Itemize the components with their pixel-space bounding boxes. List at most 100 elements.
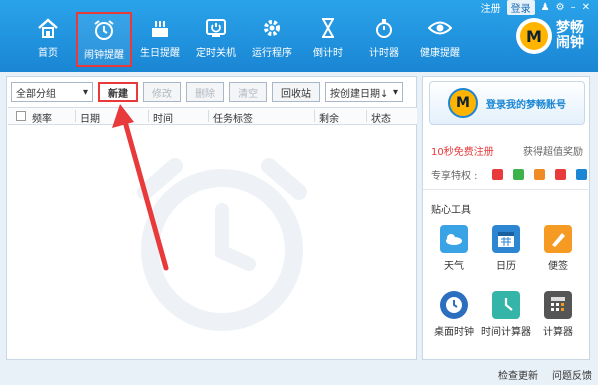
- register-link[interactable]: 注册: [481, 0, 501, 15]
- nav-timer[interactable]: 计时器: [356, 12, 412, 67]
- sort-select[interactable]: 按创建日期↓ ▾: [325, 82, 403, 102]
- column-divider: [75, 110, 76, 122]
- sidebar: M 登录我的梦畅账号 10秒免费注册 获得超值奖励 专享特权 : 贴心工具 天气…: [422, 76, 591, 360]
- alarm-list-panel: 全部分组 ▾ 新建 修改 删除 清空 回收站 按创建日期↓ ▾ 频率 日期 时间…: [6, 76, 417, 360]
- group-select-value: 全部分组: [16, 88, 56, 100]
- gift-icon[interactable]: [491, 169, 503, 180]
- nav-run-program[interactable]: 运行程序: [244, 12, 300, 67]
- sidebar-divider: [423, 189, 591, 190]
- nav-alarm[interactable]: 闹钟提醒: [76, 12, 132, 67]
- tool-note-label: 便签: [548, 261, 568, 272]
- col-date[interactable]: 日期: [80, 110, 100, 125]
- edit-button[interactable]: 修改: [143, 82, 181, 102]
- tools-title: 贴心工具: [431, 205, 471, 216]
- tool-note[interactable]: 便签: [533, 225, 583, 272]
- privilege-label: 专享特权 :: [431, 171, 478, 182]
- app-logo: M 梦畅闹钟: [516, 18, 588, 54]
- title-bar: 注册 登录 ♟ ⚙ – ✕ 首页 闹钟提醒 生日提醒 定时关机 运行程序 倒计时…: [0, 0, 598, 72]
- nav-alarm-label: 闹钟提醒: [84, 50, 124, 61]
- present-icon[interactable]: [554, 169, 566, 180]
- top-links: 注册 登录 ♟ ⚙ – ✕: [481, 0, 590, 15]
- col-status[interactable]: 状态: [371, 110, 391, 125]
- stopwatch-icon: [373, 16, 395, 40]
- calendar-icon: [492, 225, 520, 253]
- tool-time-calc-label: 时间计算器: [481, 327, 531, 338]
- tool-calendar-label: 日历: [496, 261, 516, 272]
- column-divider: [314, 110, 315, 122]
- status-bar: 检查更新 问题反馈: [0, 362, 598, 385]
- nav-health-label: 健康提醒: [420, 48, 460, 59]
- nav-countdown-label: 倒计时: [313, 48, 343, 59]
- nav-home[interactable]: 首页: [20, 12, 76, 67]
- check-update-link[interactable]: 检查更新: [498, 367, 538, 382]
- feedback-link[interactable]: 问题反馈: [552, 367, 592, 382]
- col-remaining[interactable]: 剩余: [319, 110, 339, 125]
- tool-desk-clock[interactable]: 桌面时钟: [429, 291, 479, 338]
- recycle-bin-button[interactable]: 回收站: [272, 82, 320, 102]
- nav-birthday[interactable]: 生日提醒: [132, 12, 188, 67]
- minimize-icon[interactable]: –: [571, 2, 576, 13]
- logo-title: 梦畅闹钟: [556, 20, 584, 51]
- col-frequency[interactable]: 频率: [32, 110, 52, 125]
- hourglass-icon: [319, 16, 337, 40]
- select-all-checkbox[interactable]: [16, 111, 26, 121]
- table-header: 频率 日期 时间 任务标签 剩余 状态: [8, 107, 417, 125]
- calendar-small-icon[interactable]: [533, 169, 545, 180]
- cake-icon: [149, 16, 171, 40]
- chevron-down-icon: ▾: [392, 86, 398, 98]
- tool-desk-clock-label: 桌面时钟: [434, 327, 474, 338]
- tool-calculator[interactable]: 计算器: [533, 291, 583, 338]
- leaf-icon[interactable]: [512, 169, 524, 180]
- tool-weather[interactable]: 天气: [429, 225, 479, 272]
- calculator-icon: [544, 291, 572, 319]
- alarm-clock-icon: [92, 18, 116, 42]
- column-divider: [366, 110, 367, 122]
- watermark-clock-icon: [127, 152, 317, 345]
- nav-run-program-label: 运行程序: [252, 48, 292, 59]
- delete-button[interactable]: 删除: [186, 82, 224, 102]
- group-select[interactable]: 全部分组 ▾: [11, 82, 93, 102]
- note-icon: [544, 225, 572, 253]
- account-login-text: 登录我的梦畅账号: [486, 99, 566, 111]
- col-time[interactable]: 时间: [153, 110, 173, 125]
- promo-row: 10秒免费注册 获得超值奖励: [431, 143, 583, 158]
- main-nav: 首页 闹钟提醒 生日提醒 定时关机 运行程序 倒计时 计时器 健康提醒: [20, 12, 468, 67]
- tool-calculator-label: 计算器: [543, 327, 573, 338]
- chevron-down-icon: ▾: [82, 86, 88, 98]
- nav-health[interactable]: 健康提醒: [412, 12, 468, 67]
- tool-weather-label: 天气: [444, 261, 464, 272]
- free-register-link[interactable]: 10秒免费注册: [431, 143, 494, 158]
- settings-icon[interactable]: ⚙: [556, 2, 565, 13]
- desk-clock-icon: [440, 291, 468, 319]
- account-avatar-icon: M: [448, 88, 478, 118]
- column-divider: [208, 110, 209, 122]
- account-login-box[interactable]: M 登录我的梦畅账号: [429, 81, 585, 125]
- nav-shutdown[interactable]: 定时关机: [188, 12, 244, 67]
- nav-shutdown-label: 定时关机: [196, 48, 236, 59]
- close-icon[interactable]: ✕: [582, 2, 590, 13]
- gear-icon: [261, 16, 283, 40]
- login-button[interactable]: 登录: [506, 0, 535, 15]
- sort-select-value: 按创建日期↓: [330, 88, 389, 100]
- logo-badge: M: [516, 18, 552, 54]
- weather-icon: [440, 225, 468, 253]
- col-task-label[interactable]: 任务标签: [213, 110, 253, 125]
- power-icon: [205, 16, 227, 40]
- new-button[interactable]: 新建: [98, 82, 138, 102]
- skin-icon[interactable]: ♟: [541, 2, 550, 13]
- list-toolbar: 全部分组 ▾ 新建 修改 删除 清空 回收站 按创建日期↓ ▾: [11, 82, 403, 102]
- column-divider: [148, 110, 149, 122]
- tool-calendar[interactable]: 日历: [481, 225, 531, 272]
- nav-timer-label: 计时器: [369, 48, 399, 59]
- store-icon[interactable]: [575, 169, 587, 180]
- nav-countdown[interactable]: 倒计时: [300, 12, 356, 67]
- eye-icon: [428, 16, 452, 40]
- nav-home-label: 首页: [38, 48, 58, 59]
- tool-time-calc[interactable]: 时间计算器: [481, 291, 531, 338]
- home-icon: [37, 16, 59, 40]
- reward-link[interactable]: 获得超值奖励: [523, 143, 583, 158]
- time-calc-icon: [492, 291, 520, 319]
- logo-letter: M: [520, 22, 548, 50]
- clear-button[interactable]: 清空: [229, 82, 267, 102]
- nav-birthday-label: 生日提醒: [140, 48, 180, 59]
